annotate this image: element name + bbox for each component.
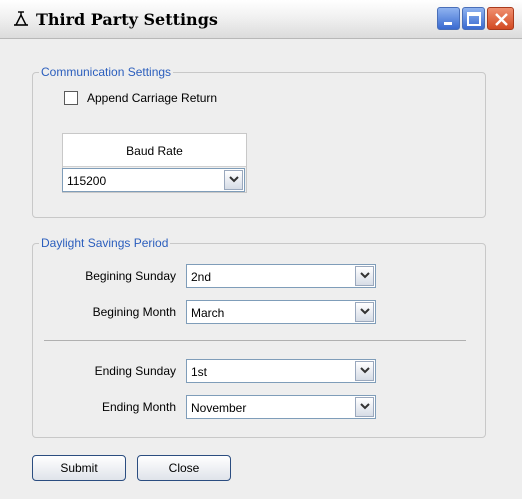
beginning-sunday-dropdown-button[interactable] (355, 266, 374, 286)
close-button[interactable]: Close (137, 455, 231, 481)
ending-sunday-dropdown-button[interactable] (355, 361, 374, 381)
beginning-sunday-value: 2nd (191, 270, 212, 284)
beginning-month-select[interactable]: March (186, 300, 376, 324)
tuning-fork-icon (14, 11, 28, 26)
beginning-sunday-label: Begining Sunday (85, 269, 176, 283)
ending-month-select[interactable]: November (186, 395, 376, 419)
daylight-savings-title: Daylight Savings Period (39, 236, 171, 250)
baud-rate-label: Baud Rate (126, 144, 183, 158)
beginning-month-label: Begining Month (92, 305, 176, 319)
ending-sunday-select[interactable]: 1st (186, 359, 376, 383)
title-bar[interactable]: Third Party Settings (0, 0, 522, 39)
ending-month-value: November (191, 401, 247, 415)
communication-settings-title: Communication Settings (39, 65, 174, 79)
append-carriage-return-label[interactable]: Append Carriage Return (87, 91, 217, 105)
ending-sunday-value: 1st (191, 365, 208, 379)
close-window-button[interactable] (487, 7, 514, 30)
ending-month-dropdown-button[interactable] (355, 397, 374, 417)
chevron-down-icon (229, 176, 239, 183)
maximize-button[interactable] (462, 7, 485, 30)
maximize-icon (467, 12, 481, 26)
append-carriage-return-checkbox[interactable] (64, 91, 78, 105)
chevron-down-icon (360, 308, 370, 315)
chevron-down-icon (360, 403, 370, 410)
section-divider (44, 340, 466, 341)
close-icon (495, 13, 508, 26)
ending-month-label: Ending Month (101, 400, 176, 414)
window-title: Third Party Settings (36, 10, 218, 29)
minimize-button[interactable] (437, 7, 460, 30)
chevron-down-icon (360, 367, 370, 374)
submit-button[interactable]: Submit (32, 455, 126, 481)
baud-rate-select[interactable]: 115200 (62, 168, 245, 192)
minimize-icon (444, 22, 452, 25)
baud-rate-header: Baud Rate (63, 134, 246, 167)
settings-window: Third Party Settings Communication Setti… (0, 0, 522, 499)
beginning-month-dropdown-button[interactable] (355, 302, 374, 322)
baud-rate-dropdown-button[interactable] (224, 170, 243, 190)
baud-rate-value: 115200 (67, 174, 107, 188)
beginning-sunday-select[interactable]: 2nd (186, 264, 376, 288)
beginning-month-value: March (191, 306, 225, 320)
chevron-down-icon (360, 272, 370, 279)
ending-sunday-label: Ending Sunday (94, 364, 176, 378)
